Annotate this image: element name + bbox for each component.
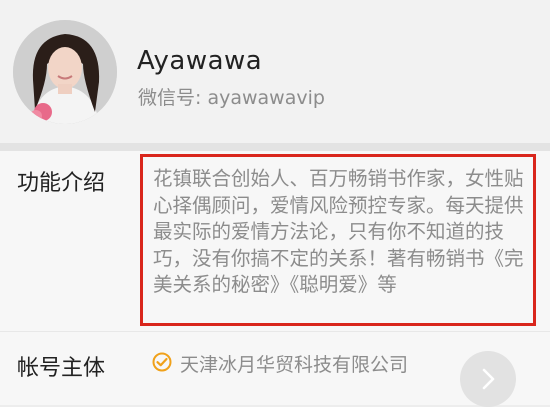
check-circle-icon bbox=[152, 352, 172, 372]
intro-label: 功能介绍 bbox=[17, 171, 106, 196]
chevron-right-icon bbox=[482, 368, 495, 390]
account-name: Ayawawa bbox=[137, 46, 263, 76]
row-divider bbox=[0, 331, 550, 332]
section-divider bbox=[0, 143, 550, 151]
profile-header: Ayawawa 微信号: ayawawavip bbox=[0, 0, 550, 143]
intro-description: 花镇联合创始人、百万畅销书作家，女性贴心择偶顾问，爱情风险预控专家。每天提供最实… bbox=[153, 167, 524, 296]
account-owner-label: 帐号主体 bbox=[17, 356, 106, 381]
next-button[interactable] bbox=[460, 351, 516, 407]
avatar[interactable] bbox=[13, 20, 117, 124]
avatar-photo bbox=[13, 20, 117, 124]
wechat-id: 微信号: ayawawavip bbox=[138, 87, 325, 109]
company-name: 天津冰月华贸科技有限公司 bbox=[180, 354, 409, 376]
